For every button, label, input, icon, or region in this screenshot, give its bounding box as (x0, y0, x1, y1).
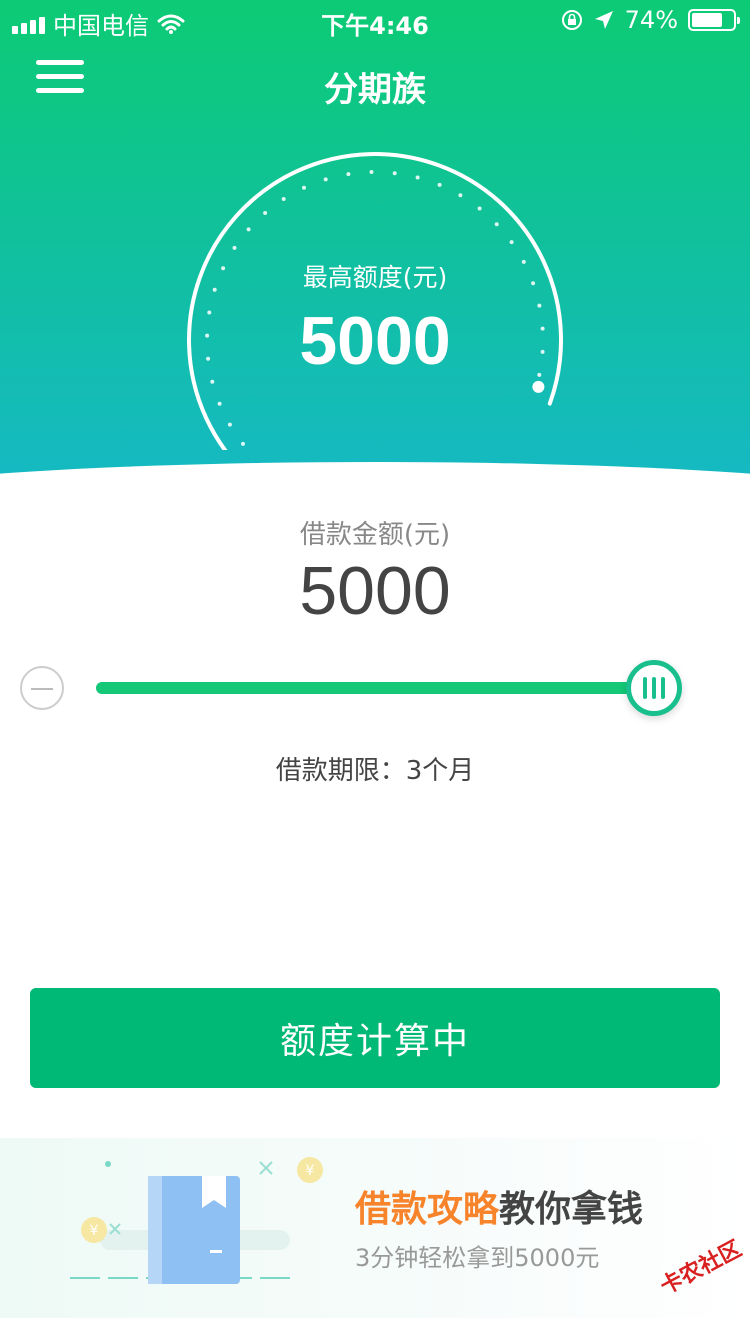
gauge-tick (437, 182, 442, 187)
gauge-tick (415, 175, 420, 180)
loan-term-text: 借款期限：3个月 (275, 756, 475, 786)
gauge-tick (494, 222, 499, 227)
battery-percent: 74% (624, 6, 678, 34)
gauge-tick (392, 171, 397, 176)
credit-gauge (187, 152, 563, 450)
gauge-tick (369, 170, 374, 174)
amount-slider-track[interactable] (96, 682, 656, 694)
max-limit-value: 5000 (299, 303, 451, 379)
gauge-tick (210, 379, 215, 384)
gauge-tick (217, 401, 222, 406)
calculate-limit-button[interactable]: 额度计算中 (30, 988, 720, 1088)
gauge-tick (263, 211, 268, 215)
loan-guide-banner[interactable]: ¥ ¥ 借款攻略教你拿钱 3分钟轻松拿到5000元 卡农社区 (0, 1138, 750, 1318)
gauge-tick (227, 422, 232, 427)
max-limit-label: 最高额度(元) (302, 263, 448, 292)
nav-bar: 分期族 (0, 56, 750, 112)
gauge-tick (458, 193, 463, 198)
gauge-tick (323, 177, 328, 182)
loan-amount-value: 5000 (299, 553, 451, 629)
banner-title-highlight: 借款攻略 (355, 1189, 500, 1230)
banner-subtitle: 3分钟轻松拿到5000元 (355, 1244, 600, 1272)
svg-text:¥: ¥ (306, 1163, 315, 1179)
svg-text:¥: ¥ (90, 1223, 99, 1239)
watermark: 卡农社区 (656, 1236, 746, 1300)
page-title: 分期族 (324, 70, 426, 110)
banner-illustration: ¥ ¥ (70, 1157, 323, 1284)
gauge-tick (477, 206, 482, 211)
rotation-lock-icon (561, 10, 582, 30)
gauge-tick (346, 172, 351, 177)
hero-curve (0, 462, 750, 500)
gauge-tick (232, 245, 237, 250)
status-right: 74% (561, 6, 740, 34)
status-bar: 中国电信 下午4:46 74% (0, 0, 750, 40)
battery-icon (688, 9, 740, 31)
location-icon (594, 11, 613, 29)
amount-slider-handle[interactable] (626, 660, 682, 716)
decrease-button[interactable] (20, 666, 64, 710)
gauge-tick (241, 441, 245, 446)
gauge-tick (509, 240, 514, 245)
gauge-tick (302, 185, 306, 190)
loan-amount-label: 借款金额(元) (299, 520, 451, 550)
banner-title: 借款攻略教你拿钱 (355, 1180, 643, 1232)
amount-slider-fill (96, 682, 656, 694)
banner-title-rest: 教你拿钱 (499, 1189, 644, 1230)
battery-fill (692, 13, 722, 27)
gauge-tick (281, 197, 286, 201)
gauge-indicator (532, 380, 545, 393)
gauge-tick (246, 227, 251, 232)
